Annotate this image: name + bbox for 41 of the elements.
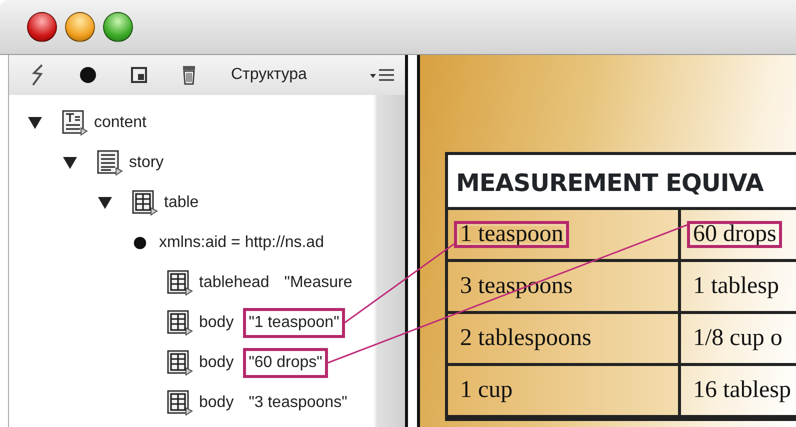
tree-item-label[interactable]: body xyxy=(199,391,234,415)
tree-item-label[interactable]: body xyxy=(199,351,234,375)
table-cell-text: 1/8 cup o xyxy=(692,325,784,352)
square-icon[interactable] xyxy=(131,67,147,83)
tree-item-value: "1 teaspoon" xyxy=(246,311,342,335)
panel-splitter[interactable] xyxy=(405,55,420,427)
table-cell-text: 1 teaspoon xyxy=(454,221,570,248)
lightning-icon[interactable] xyxy=(31,64,45,86)
tree-item-value: "60 drops" xyxy=(246,351,326,375)
tree-item-label[interactable]: body xyxy=(199,311,234,335)
close-button[interactable] xyxy=(27,12,57,42)
trash-icon[interactable] xyxy=(181,65,197,85)
table-cell-text: 60 drops xyxy=(687,221,782,248)
expanded-triangle-icon[interactable] xyxy=(62,156,78,170)
tree-item-label[interactable]: table xyxy=(164,191,199,215)
table-cell-text: 1 cup xyxy=(459,377,514,404)
tree-item-label[interactable]: content xyxy=(94,111,146,135)
panel-menu-icon[interactable] xyxy=(369,67,395,83)
table-icon xyxy=(167,350,193,376)
tree-item-label[interactable]: story xyxy=(129,151,164,175)
dot-icon[interactable] xyxy=(79,66,97,84)
tree-item-label[interactable]: tablehead xyxy=(199,271,270,295)
tree-item-value: "3 teaspoons" xyxy=(248,393,348,413)
table-cell-text: 2 tablespoons xyxy=(459,325,592,352)
tree-item-label[interactable]: xmlns:aid = http://ns.ad xyxy=(159,231,324,255)
attribute-bullet-icon xyxy=(132,236,148,250)
table-icon xyxy=(167,270,193,296)
expanded-triangle-icon[interactable] xyxy=(97,196,113,210)
expanded-triangle-icon[interactable] xyxy=(27,116,43,130)
panel-title: Структура xyxy=(231,65,307,85)
table-cell-text: 1 tablesp xyxy=(692,273,780,300)
tree-item-value: "Measure xyxy=(283,273,354,293)
table-icon xyxy=(167,310,193,336)
story-icon xyxy=(97,150,123,176)
text-frame-icon xyxy=(62,110,88,136)
minimize-button[interactable] xyxy=(65,12,95,42)
zoom-button[interactable] xyxy=(103,12,133,42)
table-cell-text: 16 tablesp xyxy=(692,377,792,404)
table-icon xyxy=(132,190,158,216)
table-icon xyxy=(167,390,193,416)
table-heading: MEASUREMENT EQUIVA xyxy=(448,155,796,210)
